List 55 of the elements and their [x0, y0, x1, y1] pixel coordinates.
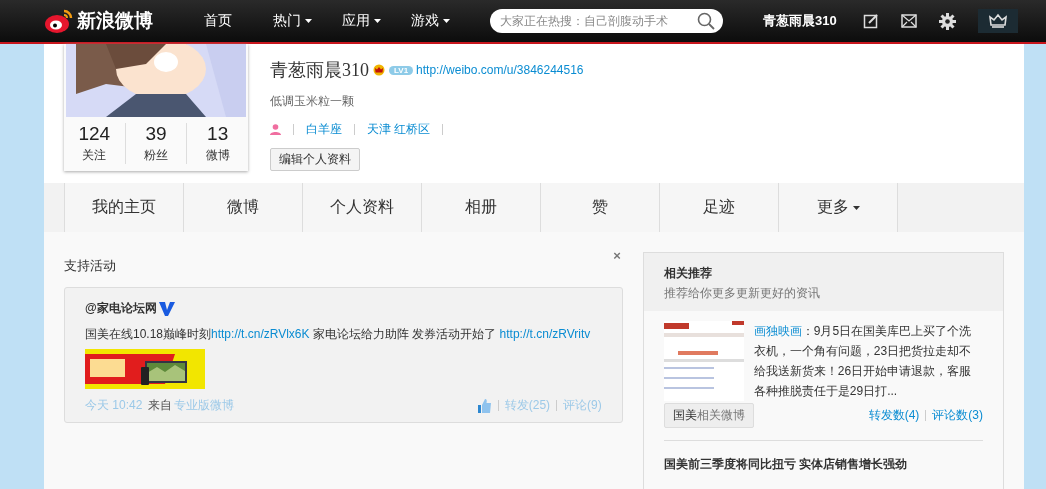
stat-count[interactable]: 39: [145, 123, 167, 145]
profile-tab[interactable]: 相册: [421, 183, 540, 232]
nav-link[interactable]: 热门: [273, 12, 301, 30]
person-icon: [270, 124, 281, 135]
profile-url-link[interactable]: http://weibo.com/u/3846244516: [416, 63, 584, 77]
stat-label[interactable]: 微博: [205, 147, 230, 164]
section-title: 支持活动: [64, 257, 116, 275]
post-text: 国美在线10.18巅峰时刻http://t.cn/zRVlx6K 家电论坛给力助阵 发券活动开始了 http://t.cn/zRVritv: [85, 326, 592, 343]
logo-text[interactable]: 新浪微博: [77, 8, 153, 34]
search-icon[interactable]: [697, 12, 715, 30]
nav-link[interactable]: 应用: [342, 12, 370, 30]
profile-tab[interactable]: 个人资料: [302, 183, 421, 232]
profile-tab[interactable]: 赞: [540, 183, 659, 232]
panel-title: 相关推荐: [663, 265, 713, 282]
username-link[interactable]: 青葱雨晨310: [763, 12, 853, 30]
recommend-text: 画独映画：9月5日在国美库巴上买了个洗衣机，一个角有问题，23日把货拉走却不给我送新货来！26日开始申请退款，客服各种推脱责任于是29日打...: [753, 323, 972, 400]
stat-count[interactable]: 13: [207, 123, 229, 145]
crown-icon: [989, 13, 1007, 29]
search-field[interactable]: 大家正在热搜：自己剖腹动手术: [490, 9, 723, 33]
stat-count[interactable]: 124: [78, 123, 111, 145]
mail-icon[interactable]: [901, 14, 917, 28]
panel-subtitle: 推荐给你更多更新更好的资讯: [663, 285, 821, 302]
edit-icon[interactable]: [863, 13, 879, 29]
repost-count-link[interactable]: 转发数(4): [868, 407, 920, 424]
stat-label[interactable]: 粉丝: [144, 147, 168, 164]
level-badge: LV1: [389, 65, 414, 75]
crown-icon: [372, 64, 386, 76]
caret-icon: [852, 205, 860, 210]
comment-count-link[interactable]: 评论数(3): [932, 407, 983, 424]
related-weibo-button[interactable]: 国美相关微博: [663, 403, 754, 428]
news-headline[interactable]: 国美前三季度将同比扭亏 实体店销售增长强劲: [663, 456, 983, 473]
profile-name: 青葱雨晨310: [270, 59, 369, 82]
stat-label[interactable]: 关注: [82, 147, 107, 164]
profile-tab[interactable]: 微博: [183, 183, 302, 232]
nav-link[interactable]: 游戏: [411, 12, 439, 30]
edit-profile-button[interactable]: 编辑个人资料: [270, 148, 360, 171]
profile-tab[interactable]: 更多: [778, 183, 898, 232]
author-link[interactable]: @家电论坛网: [85, 300, 157, 317]
profile-tab[interactable]: 足迹: [659, 183, 778, 232]
post-time: 今天 10:42: [85, 397, 143, 414]
nav-link[interactable]: 首页: [204, 12, 232, 30]
zodiac-link[interactable]: 白羊座: [306, 121, 342, 138]
thumbs-up-icon[interactable]: [477, 398, 492, 413]
eye-logo-icon: [44, 8, 74, 34]
location-link[interactable]: 天津 红桥区: [367, 121, 431, 138]
source-label: 来自: [148, 397, 173, 414]
caret-icon[interactable]: [305, 19, 312, 23]
author-link[interactable]: 画独映画: [753, 324, 802, 338]
caret-icon[interactable]: [443, 19, 450, 23]
close-button[interactable]: ×: [613, 248, 621, 263]
bio-text: 低调玉米粒一颗: [270, 93, 355, 110]
profile-tab[interactable]: 我的主页: [64, 183, 183, 232]
caret-icon[interactable]: [374, 19, 381, 23]
crown-button[interactable]: [978, 9, 1018, 33]
settings-icon[interactable]: [939, 12, 956, 30]
